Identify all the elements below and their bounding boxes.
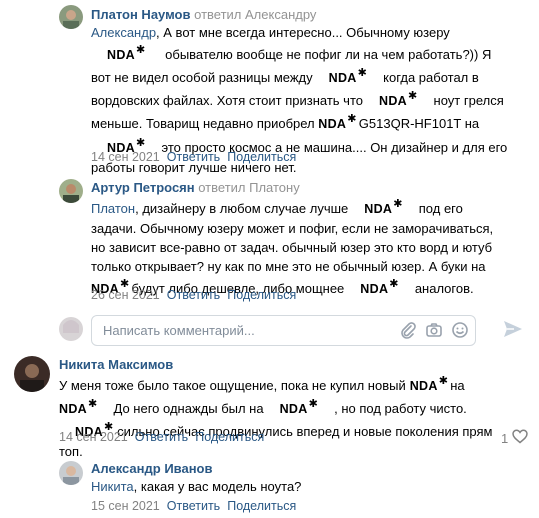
redacted-mark: NDA✱ [360, 278, 399, 297]
mention-link[interactable]: Никита [91, 479, 134, 494]
text-part: , А вот мне всегда интересно... Обычному… [156, 25, 450, 40]
comment-date[interactable]: 26 сен 2021 [91, 288, 160, 302]
avatar[interactable] [59, 5, 83, 29]
text-part: До него однажды был на [113, 401, 264, 417]
text-part: , но под работу чисто. [334, 401, 467, 417]
reply-button[interactable]: Ответить [167, 288, 220, 302]
send-icon[interactable] [502, 318, 524, 345]
comment-text: Платон, дизайнеру в любом случае лучше ND… [91, 196, 511, 299]
share-button[interactable]: Поделиться [227, 150, 296, 164]
comment-input[interactable]: Написать комментарий... [91, 315, 476, 346]
camera-icon[interactable] [425, 321, 443, 339]
comment-header: Никита Максимов [59, 357, 173, 372]
text-part: У меня тоже было такое ощущение, пока не… [59, 378, 406, 394]
comment-text: У меня тоже было такое ощущение, пока не… [59, 373, 519, 461]
comment-header: Александр Иванов [91, 461, 213, 476]
like-button[interactable]: 1 [501, 429, 528, 447]
text-part: , дизайнеру в любом случае лучше [135, 201, 349, 217]
redacted-mark: NDA✱ [59, 398, 98, 417]
comment-meta: 15 сен 2021 Ответить Поделиться [91, 499, 296, 513]
like-count: 1 [501, 430, 509, 446]
comment-header: Артур Петросян ответил Платону [91, 180, 300, 195]
author-name[interactable]: Платон Наумов [91, 7, 191, 22]
replied-label: ответил [194, 7, 242, 22]
comment-meta: 26 сен 2021 Ответить Поделиться [91, 288, 296, 302]
reply-to-link[interactable]: Платону [249, 180, 300, 195]
share-button[interactable]: Поделиться [227, 288, 296, 302]
comment-text: Никита, какая у вас модель ноута? [91, 477, 511, 496]
emoji-icon[interactable] [451, 321, 469, 339]
avatar[interactable] [59, 461, 83, 485]
avatar[interactable] [59, 179, 83, 203]
comment-date[interactable]: 14 сен 2021 [59, 430, 128, 444]
text-part: на [450, 378, 465, 394]
comment-meta: 14 сен 2021 Ответить Поделиться [59, 430, 264, 444]
redacted-mark: NDA✱ [107, 44, 146, 63]
mention-link[interactable]: Александр [91, 25, 156, 40]
replied-label: ответил [198, 180, 246, 195]
redacted-mark: NDA✱ [279, 398, 319, 417]
redacted-mark: NDA✱ [409, 375, 449, 394]
text-part: , какая у вас модель ноута? [133, 479, 302, 494]
redacted-mark: NDA✱ [379, 90, 418, 109]
share-button[interactable]: Поделиться [227, 499, 296, 513]
heart-icon [512, 429, 528, 447]
author-name[interactable]: Александр Иванов [91, 461, 213, 476]
mention-link[interactable]: Платон [91, 201, 135, 216]
reply-button[interactable]: Ответить [167, 499, 220, 513]
redacted-mark: NDA✱ [318, 113, 357, 132]
attach-icon[interactable] [399, 321, 417, 339]
comment-header: Платон Наумов ответил Александру [91, 7, 316, 22]
author-name[interactable]: Никита Максимов [59, 357, 173, 372]
comment-date[interactable]: 15 сен 2021 [91, 499, 160, 513]
comment-input-placeholder: Написать комментарий... [103, 323, 255, 338]
reply-button[interactable]: Ответить [167, 150, 220, 164]
reply-button[interactable]: Ответить [135, 430, 188, 444]
reply-to-link[interactable]: Александру [245, 7, 316, 22]
share-button[interactable]: Поделиться [195, 430, 264, 444]
current-user-avatar [59, 317, 83, 341]
redacted-mark: NDA✱ [364, 198, 403, 217]
comment-date[interactable]: 14 сен 2021 [91, 150, 160, 164]
avatar[interactable] [14, 356, 50, 392]
text-part: G513QR-HF101T на [358, 116, 480, 132]
comment-meta: 14 сен 2021 Ответить Поделиться [91, 150, 296, 164]
author-name[interactable]: Артур Петросян [91, 180, 195, 195]
text-part: аналогов. [414, 281, 474, 297]
redacted-mark: NDA✱ [328, 67, 368, 86]
